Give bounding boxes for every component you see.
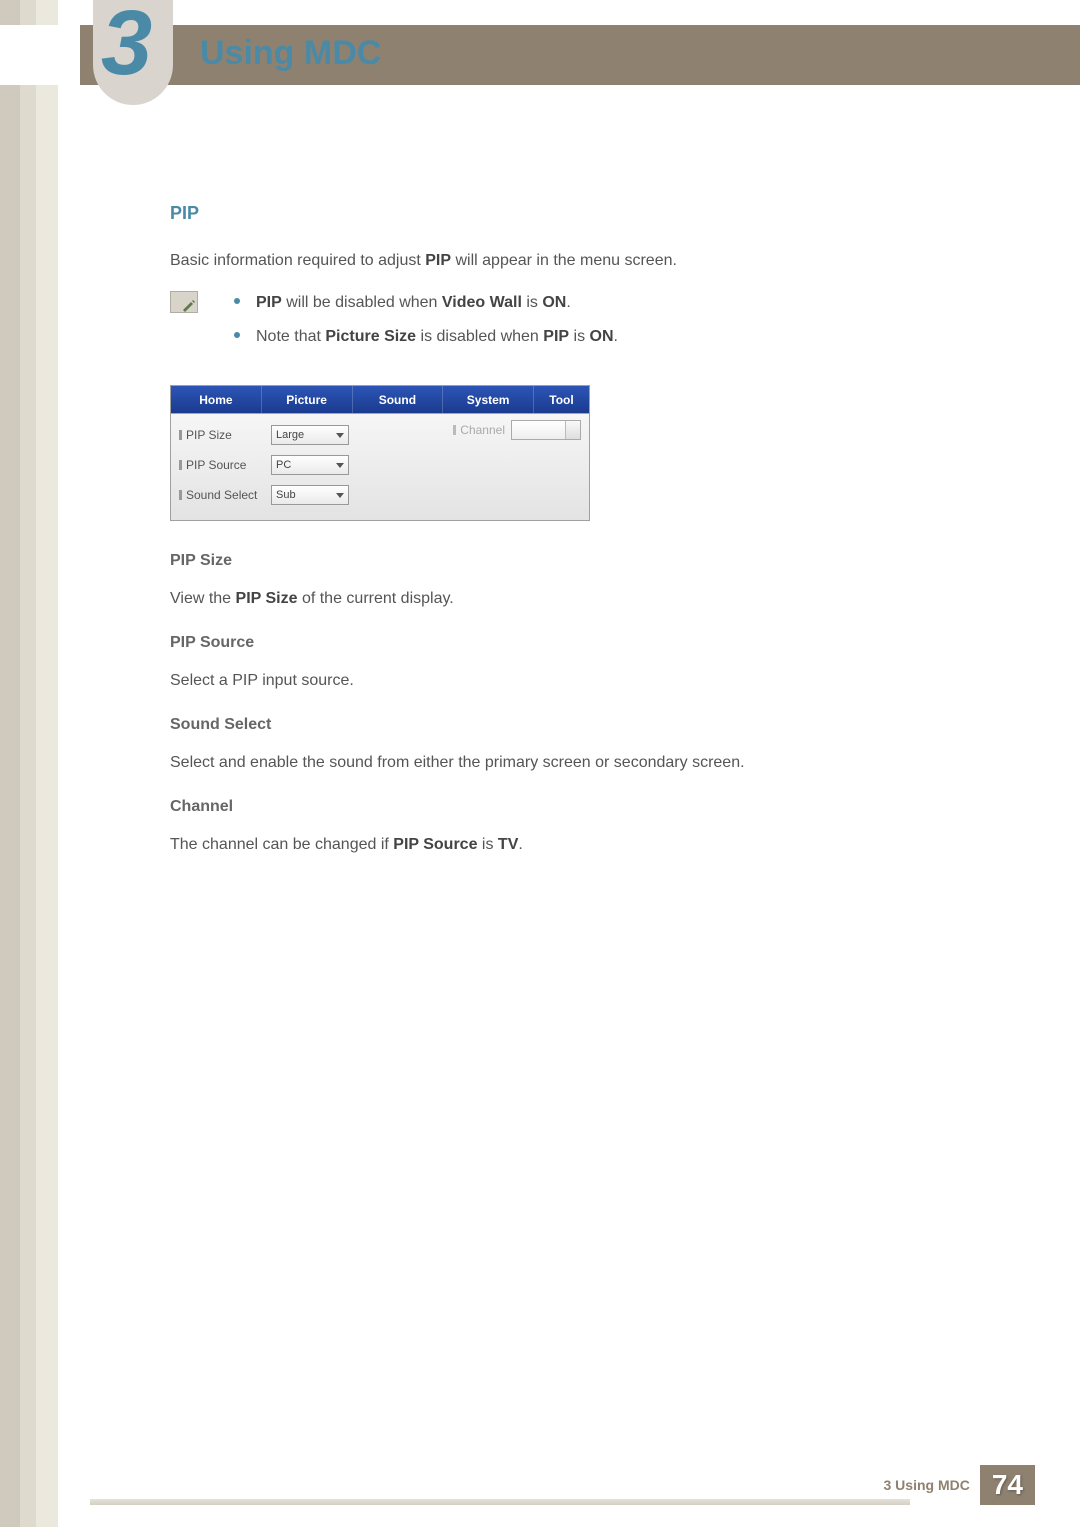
subhead-pip-size: PIP Size: [170, 549, 930, 573]
footer-divider: [90, 1499, 910, 1505]
subhead-pip-source: PIP Source: [170, 631, 930, 655]
tab-sound[interactable]: Sound: [353, 386, 444, 413]
select-pip-size[interactable]: Large: [271, 425, 349, 445]
settings-panel: PIP Size Large PIP Source PC Sound Selec…: [171, 414, 589, 520]
row-sound-select: Sound Select Sub: [179, 480, 581, 510]
footer-chapter-label: 3 Using MDC: [884, 1477, 970, 1493]
chapter-title: Using MDC: [200, 34, 381, 73]
note-item-1: PIP will be disabled when Video Wall is …: [234, 291, 618, 315]
label-pip-source: PIP Source: [179, 456, 271, 474]
pip-settings-screenshot: Home Picture Sound System Tool PIP Size …: [170, 385, 590, 521]
subhead-channel: Channel: [170, 795, 930, 819]
tab-bar: Home Picture Sound System Tool: [171, 386, 589, 414]
tab-picture[interactable]: Picture: [262, 386, 353, 413]
label-channel: Channel: [453, 421, 505, 439]
tab-system[interactable]: System: [443, 386, 534, 413]
chevron-up-icon[interactable]: [571, 424, 577, 428]
spinner-channel[interactable]: [511, 420, 581, 440]
label-pip-size: PIP Size: [179, 426, 271, 444]
text-sound-select: Select and enable the sound from either …: [170, 751, 930, 775]
tab-tool[interactable]: Tool: [534, 386, 589, 413]
content-area: PIP Basic information required to adjust…: [170, 200, 930, 877]
chapter-number: 3: [101, 0, 152, 89]
footer-page-number: 74: [980, 1465, 1035, 1505]
intro-paragraph: Basic information required to adjust PIP…: [170, 249, 930, 273]
text-channel: The channel can be changed if PIP Source…: [170, 833, 930, 857]
chevron-down-icon[interactable]: [571, 432, 577, 436]
note-icon: [170, 291, 198, 313]
row-channel: Channel: [453, 420, 581, 440]
row-pip-source: PIP Source PC: [179, 450, 581, 480]
note-block: PIP will be disabled when Video Wall is …: [170, 291, 930, 359]
note-item-2: Note that Picture Size is disabled when …: [234, 325, 618, 349]
left-margin-stripes: [0, 0, 58, 1527]
select-pip-source[interactable]: PC: [271, 455, 349, 475]
note-bullet-list: PIP will be disabled when Video Wall is …: [234, 291, 618, 359]
text-pip-size: View the PIP Size of the current display…: [170, 587, 930, 611]
text-pip-source: Select a PIP input source.: [170, 669, 930, 693]
section-heading-pip: PIP: [170, 200, 930, 227]
subhead-sound-select: Sound Select: [170, 713, 930, 737]
select-sound-select[interactable]: Sub: [271, 485, 349, 505]
label-sound-select: Sound Select: [179, 486, 271, 504]
footer: 3 Using MDC 74: [884, 1465, 1036, 1505]
tab-home[interactable]: Home: [171, 386, 262, 413]
